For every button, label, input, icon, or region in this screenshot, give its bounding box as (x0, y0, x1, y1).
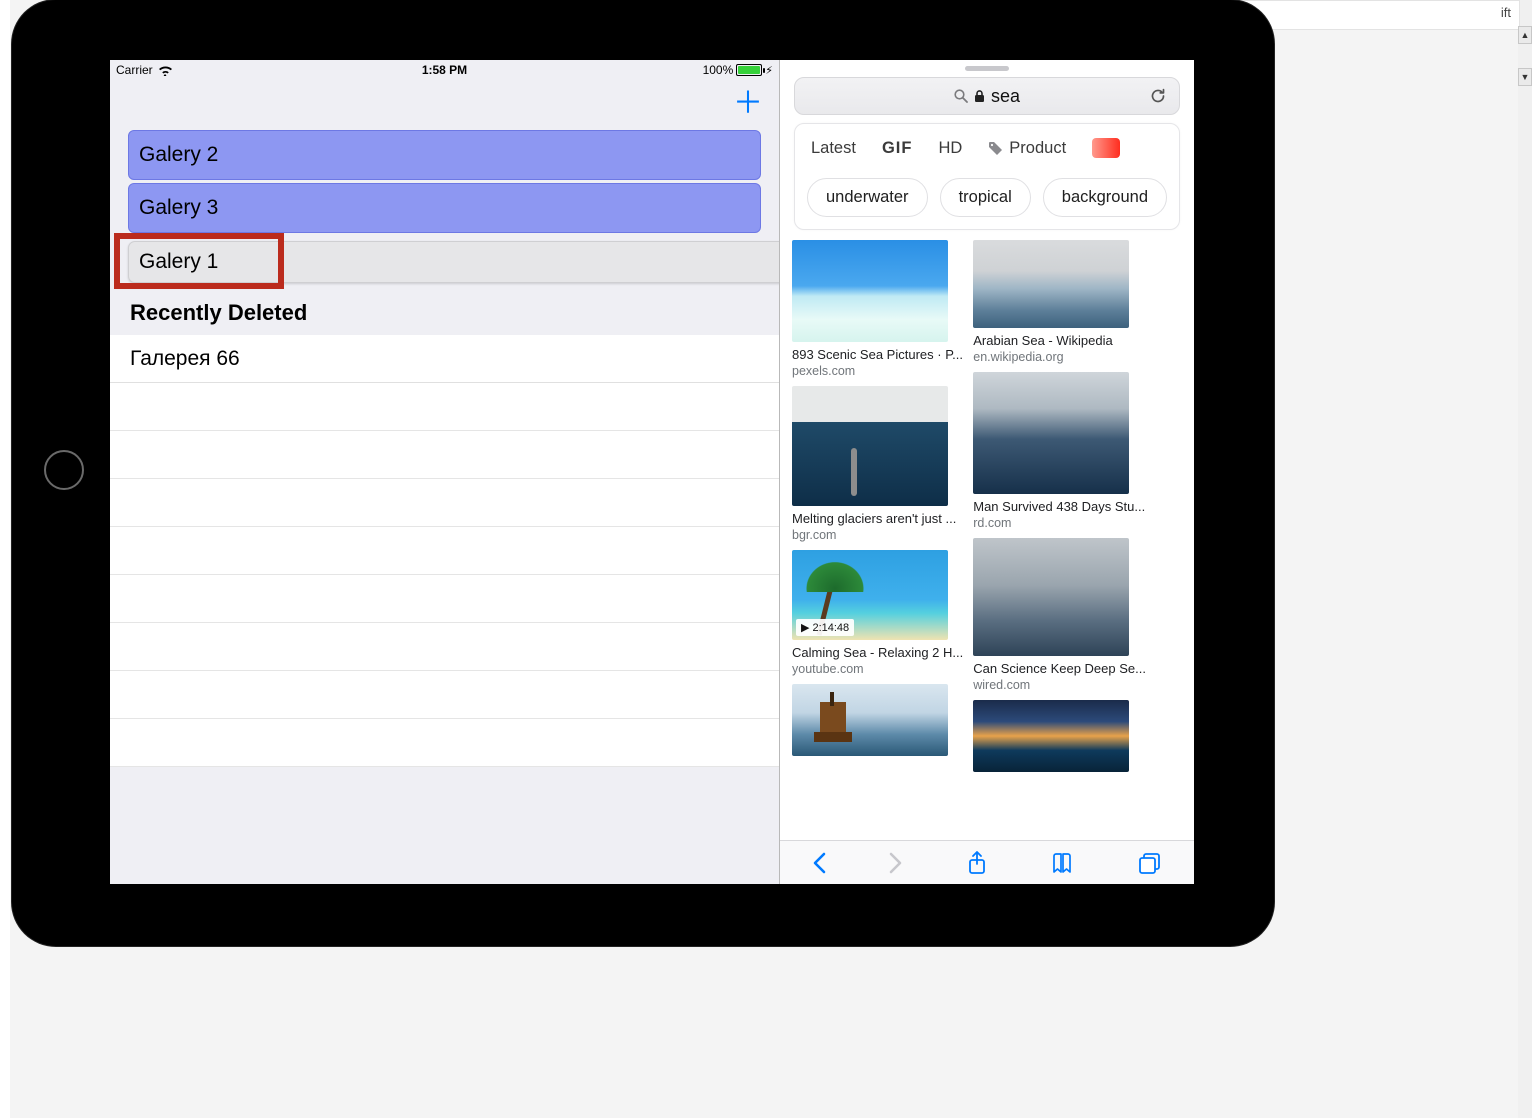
scroll-arrow-up-icon[interactable]: ▲ (1518, 26, 1532, 44)
safari-app: sea Latest GIF HD Product (780, 60, 1194, 884)
result-title: Can Science Keep Deep Se... (973, 661, 1146, 676)
section-header-recently-deleted: Recently Deleted (110, 291, 779, 335)
gallery-list[interactable]: Galery 2 Galery 3 Galery 1 Recently Dele… (110, 128, 779, 884)
left-app: Carrier 1:58 PM 100% ⚡︎ ＋ Gal (110, 60, 780, 884)
result-thumbnail[interactable]: ▶2:14:48 (792, 550, 948, 640)
result-tile[interactable]: Can Science Keep Deep Se... wired.com (973, 538, 1146, 692)
result-tile[interactable]: Melting glaciers aren't just ... bgr.com (792, 386, 963, 542)
result-source: pexels.com (792, 364, 963, 378)
result-title: Man Survived 438 Days Stu... (973, 499, 1146, 514)
status-bar: Carrier 1:58 PM 100% ⚡︎ (110, 60, 779, 80)
url-bar[interactable]: sea (794, 77, 1180, 115)
result-source: en.wikipedia.org (973, 350, 1146, 364)
carrier-label: Carrier (116, 63, 153, 77)
filter-color-chip[interactable] (1092, 138, 1120, 158)
battery-icon (736, 64, 762, 76)
result-tile[interactable]: Man Survived 438 Days Stu... rd.com (973, 372, 1146, 530)
search-icon (954, 89, 968, 103)
gallery-row-selected[interactable]: Galery 2 (128, 130, 761, 180)
result-source: youtube.com (792, 662, 963, 676)
dragging-row-container: Galery 1 (114, 235, 779, 291)
background-left (0, 0, 10, 1118)
empty-table-area (110, 383, 779, 767)
lock-icon (974, 90, 985, 103)
result-thumbnail[interactable] (973, 538, 1129, 656)
scroll-arrow-down-icon[interactable]: ▼ (1518, 68, 1532, 86)
pill-tropical[interactable]: tropical (940, 178, 1031, 217)
split-view-handle[interactable] (851, 448, 857, 496)
filter-tab-product[interactable]: Product (1009, 139, 1066, 158)
add-button[interactable]: ＋ (733, 89, 763, 119)
results-grid[interactable]: 893 Scenic Sea Pictures · P... pexels.com… (780, 240, 1194, 840)
result-thumbnail[interactable] (792, 386, 948, 506)
back-button[interactable] (812, 852, 826, 874)
forward-button (889, 852, 903, 874)
tabs-button[interactable] (1138, 852, 1162, 874)
result-thumbnail[interactable] (973, 240, 1129, 328)
pill-underwater[interactable]: underwater (807, 178, 928, 217)
result-tile[interactable]: Arabian Sea - Wikipedia en.wikipedia.org (973, 240, 1146, 364)
filter-tab-gif[interactable]: GIF (882, 139, 913, 158)
result-tile[interactable] (792, 684, 963, 756)
gallery-label: Галерея 66 (130, 347, 240, 371)
gallery-row-selected[interactable]: Galery 3 (128, 183, 761, 233)
gallery-label: Galery 3 (139, 196, 218, 220)
video-duration-badge: ▶2:14:48 (796, 619, 854, 636)
filter-tabs: Latest GIF HD Product (795, 138, 1179, 166)
battery-percent: 100% (703, 63, 734, 77)
nav-bar: ＋ (110, 80, 779, 128)
result-tile[interactable]: 893 Scenic Sea Pictures · P... pexels.com (792, 240, 963, 378)
result-tile[interactable]: ▶2:14:48 Calming Sea - Relaxing 2 H... you… (792, 550, 963, 676)
ipad-frame: Carrier 1:58 PM 100% ⚡︎ ＋ Gal (12, 0, 1274, 946)
background-text: ift (1501, 5, 1511, 20)
gallery-label: Galery 2 (139, 143, 218, 167)
wifi-icon (158, 65, 173, 76)
result-title: Arabian Sea - Wikipedia (973, 333, 1146, 348)
charging-icon: ⚡︎ (765, 64, 773, 77)
clock-label: 1:58 PM (110, 63, 779, 77)
result-source: bgr.com (792, 528, 963, 542)
result-source: rd.com (973, 516, 1146, 530)
bookmarks-button[interactable] (1051, 852, 1075, 874)
filter-tab-hd[interactable]: HD (938, 139, 962, 158)
slide-over-grabber[interactable] (965, 66, 1009, 71)
gallery-row[interactable]: Галерея 66 (110, 335, 779, 383)
tag-icon (988, 141, 1003, 156)
suggestion-pills: underwater tropical background (795, 178, 1179, 217)
result-title: Calming Sea - Relaxing 2 H... (792, 645, 963, 660)
result-title: 893 Scenic Sea Pictures · P... (792, 347, 963, 362)
result-source: wired.com (973, 678, 1146, 692)
filter-tab-latest[interactable]: Latest (811, 139, 856, 158)
annotation-highlight (114, 233, 284, 289)
home-button[interactable] (44, 450, 84, 490)
search-filters-card: Latest GIF HD Product underwater tropica… (794, 123, 1180, 230)
ipad-screen: Carrier 1:58 PM 100% ⚡︎ ＋ Gal (110, 60, 1194, 884)
result-thumbnail[interactable] (792, 240, 948, 342)
result-thumbnail[interactable] (792, 684, 948, 756)
reload-icon[interactable] (1149, 87, 1167, 105)
result-title: Melting glaciers aren't just ... (792, 511, 963, 526)
result-tile[interactable] (973, 700, 1146, 772)
background-scrollbar (1518, 0, 1532, 1118)
pill-background[interactable]: background (1043, 178, 1167, 217)
url-text: sea (991, 86, 1020, 107)
safari-toolbar (780, 840, 1194, 884)
result-thumbnail[interactable] (973, 372, 1129, 494)
result-thumbnail[interactable] (973, 700, 1129, 772)
share-button[interactable] (967, 851, 987, 875)
